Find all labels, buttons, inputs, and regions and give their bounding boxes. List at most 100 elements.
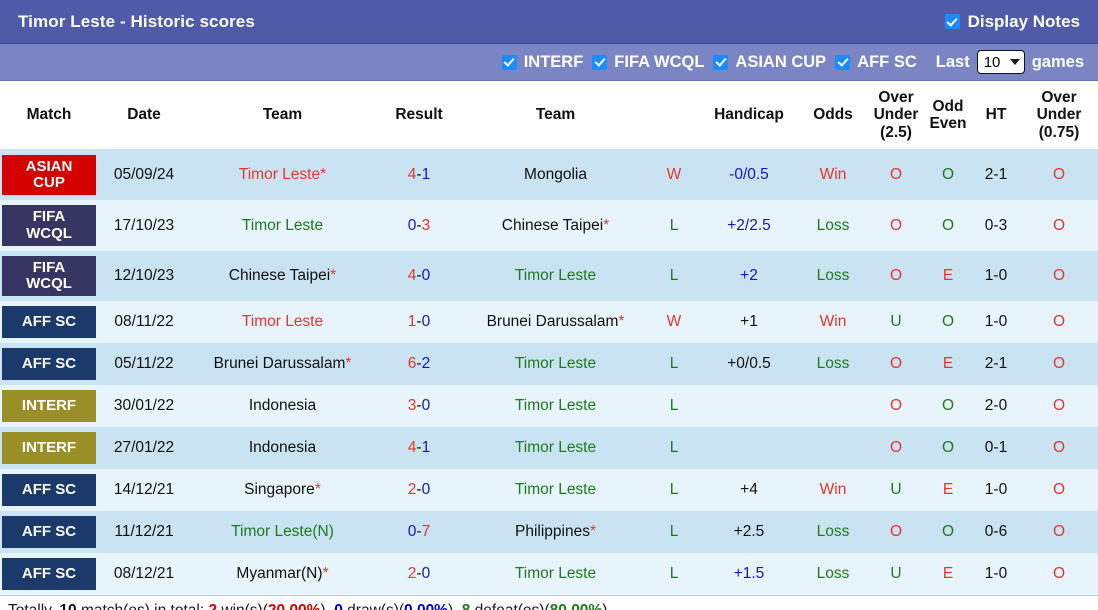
competition-cell[interactable]: AFF SC bbox=[0, 469, 98, 512]
result-score: 0-3 bbox=[375, 200, 463, 251]
home-team[interactable]: Timor Leste(N) bbox=[190, 511, 375, 554]
home-team[interactable]: Timor Leste bbox=[190, 301, 375, 344]
competition-cell[interactable]: AFF SC bbox=[0, 511, 98, 554]
over-under-25-result: U bbox=[868, 553, 924, 596]
away-team[interactable]: Mongolia bbox=[463, 149, 648, 201]
home-team[interactable]: Chinese Taipei* bbox=[190, 250, 375, 302]
home-team[interactable]: Myanmar(N)* bbox=[190, 553, 375, 596]
header-odd-line: Odd bbox=[932, 97, 964, 115]
competition-cell[interactable]: AFF SC bbox=[0, 301, 98, 344]
display-notes-checkbox[interactable] bbox=[944, 14, 960, 29]
competition-cell[interactable]: INTERF bbox=[0, 385, 98, 428]
win-loss-indicator: L bbox=[648, 385, 700, 428]
match-date: 05/11/22 bbox=[98, 343, 190, 386]
table-body: ASIAN CUP 05/09/24 Timor Leste* 4-1 Mongolia W… bbox=[0, 149, 1098, 596]
header-team-home[interactable]: Team bbox=[190, 81, 375, 151]
home-team[interactable]: Indonesia bbox=[190, 385, 375, 428]
away-team[interactable]: Timor Leste bbox=[463, 385, 648, 428]
fifa-wcql-checkbox[interactable] bbox=[592, 54, 608, 70]
header-date[interactable]: Date bbox=[98, 81, 190, 151]
competition-cell[interactable]: AFF SC bbox=[0, 343, 98, 386]
handicap-value: -0/0.5 bbox=[700, 149, 798, 201]
competition-badge: AFF SC bbox=[2, 348, 96, 381]
odd-even-result: O bbox=[924, 301, 972, 344]
table-row[interactable]: FIFA WCQL 12/10/23 Chinese Taipei* 4-0 Timor … bbox=[0, 250, 1098, 302]
table-row[interactable]: AFF SC 05/11/22 Brunei Darussalam* 6-2 Timor… bbox=[0, 343, 1098, 386]
competition-cell[interactable]: FIFA WCQL bbox=[0, 200, 98, 251]
interf-checkbox[interactable] bbox=[501, 54, 517, 70]
half-time-score: 2-0 bbox=[972, 385, 1020, 428]
over-under-075-result: O bbox=[1020, 385, 1098, 428]
table-row[interactable]: AFF SC 14/12/21 Singapore* 2-0 Timor Leste L +… bbox=[0, 469, 1098, 512]
half-time-score: 2-1 bbox=[972, 149, 1020, 201]
over-under-25-result: O bbox=[868, 149, 924, 201]
table-row[interactable]: AFF SC 08/12/21 Myanmar(N)* 2-0 Timor Leste L… bbox=[0, 553, 1098, 596]
away-team[interactable]: Timor Leste bbox=[463, 427, 648, 470]
win-loss-indicator: L bbox=[648, 427, 700, 470]
away-team[interactable]: Philippines* bbox=[463, 511, 648, 554]
away-team[interactable]: Chinese Taipei* bbox=[463, 200, 648, 251]
away-team[interactable]: Timor Leste bbox=[463, 250, 648, 302]
competition-cell[interactable]: ASIAN CUP bbox=[0, 149, 98, 201]
home-team[interactable]: Singapore* bbox=[190, 469, 375, 512]
display-notes-toggle[interactable]: Display Notes bbox=[944, 12, 1086, 32]
competition-cell[interactable]: AFF SC bbox=[0, 553, 98, 596]
header-odds[interactable]: Odds bbox=[798, 81, 868, 151]
competition-badge: AFF SC bbox=[2, 474, 96, 507]
over-under-075-result: O bbox=[1020, 511, 1098, 554]
table-row[interactable]: INTERF 27/01/22 Indonesia 4-1 Timor Leste L O O… bbox=[0, 427, 1098, 470]
asian-cup-checkbox[interactable] bbox=[713, 54, 729, 70]
home-team[interactable]: Brunei Darussalam* bbox=[190, 343, 375, 386]
away-team[interactable]: Brunei Darussalam* bbox=[463, 301, 648, 344]
header-over-under-25[interactable]: Over Under (2.5) bbox=[868, 81, 924, 151]
header-over-under-075[interactable]: Over Under (0.75) bbox=[1020, 81, 1098, 151]
header-ht[interactable]: HT bbox=[972, 81, 1020, 151]
header-match[interactable]: Match bbox=[0, 81, 98, 151]
odd-even-result: E bbox=[924, 250, 972, 302]
table-row[interactable]: AFF SC 11/12/21 Timor Leste(N) 0-7 Philippin… bbox=[0, 511, 1098, 554]
filter-asian-cup[interactable]: ASIAN CUP bbox=[713, 53, 826, 72]
competition-cell[interactable]: FIFA WCQL bbox=[0, 250, 98, 302]
header-team-away[interactable]: Team bbox=[463, 81, 648, 151]
handicap-value bbox=[700, 427, 798, 470]
away-team[interactable]: Timor Leste bbox=[463, 343, 648, 386]
table-row[interactable]: ASIAN CUP 05/09/24 Timor Leste* 4-1 Mongolia W… bbox=[0, 149, 1098, 201]
competition-cell[interactable]: INTERF bbox=[0, 427, 98, 470]
handicap-value: +1.5 bbox=[700, 553, 798, 596]
page-title: Timor Leste - Historic scores bbox=[18, 11, 255, 31]
filter-aff-sc[interactable]: AFF SC bbox=[835, 53, 917, 72]
away-team[interactable]: Timor Leste bbox=[463, 553, 648, 596]
home-team[interactable]: Indonesia bbox=[190, 427, 375, 470]
filter-fifa-wcql[interactable]: FIFA WCQL bbox=[592, 53, 704, 72]
half-time-score: 0-6 bbox=[972, 511, 1020, 554]
odds-result: Loss bbox=[798, 553, 868, 596]
over-under-075-result: O bbox=[1020, 427, 1098, 470]
header-ou075-line1: Over bbox=[1041, 89, 1077, 106]
home-team[interactable]: Timor Leste bbox=[190, 200, 375, 251]
over-under-25-result: O bbox=[868, 427, 924, 470]
handicap-value: +2.5 bbox=[700, 511, 798, 554]
half-time-score: 1-0 bbox=[972, 553, 1020, 596]
competition-badge: AFF SC bbox=[2, 516, 96, 549]
header-result[interactable]: Result bbox=[375, 81, 463, 151]
over-under-25-result: O bbox=[868, 385, 924, 428]
table-row[interactable]: FIFA WCQL 17/10/23 Timor Leste 0-3 Chinese Ta… bbox=[0, 200, 1098, 251]
games-count-select[interactable]: 10 bbox=[976, 50, 1025, 74]
header-odd-even[interactable]: Odd Even bbox=[924, 81, 972, 151]
summary-line-total: Totally, 10 match(es) in total: 2 win(s)… bbox=[0, 596, 1098, 610]
odds-result: Loss bbox=[798, 343, 868, 386]
handicap-value: +0/0.5 bbox=[700, 343, 798, 386]
filter-interf[interactable]: INTERF bbox=[501, 53, 583, 72]
odd-even-result: O bbox=[924, 149, 972, 201]
header-handicap[interactable]: Handicap bbox=[700, 81, 798, 151]
header-even-line: Even bbox=[929, 115, 967, 133]
over-under-25-result: U bbox=[868, 469, 924, 512]
table-row[interactable]: AFF SC 08/11/22 Timor Leste 1-0 Brunei Darus… bbox=[0, 301, 1098, 344]
away-team[interactable]: Timor Leste bbox=[463, 469, 648, 512]
over-under-075-result: O bbox=[1020, 301, 1098, 344]
home-team[interactable]: Timor Leste* bbox=[190, 149, 375, 201]
over-under-25-result: U bbox=[868, 301, 924, 344]
aff-sc-checkbox[interactable] bbox=[835, 54, 851, 70]
historic-scores-page: Timor Leste - Historic scores Display No… bbox=[0, 0, 1098, 610]
table-row[interactable]: INTERF 30/01/22 Indonesia 3-0 Timor Leste L O O… bbox=[0, 385, 1098, 428]
